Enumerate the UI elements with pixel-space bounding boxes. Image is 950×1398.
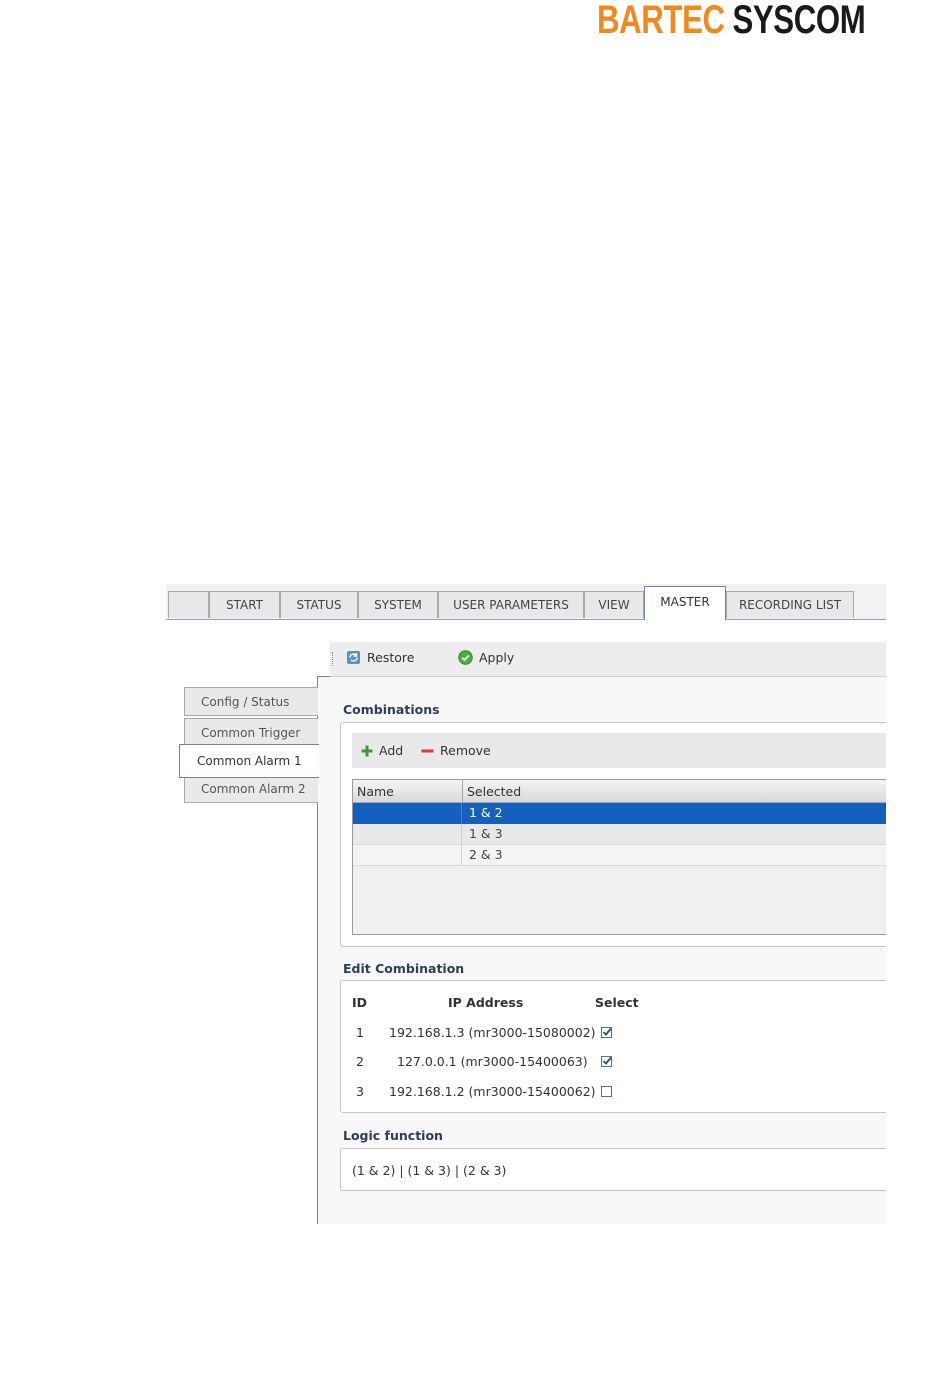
tab-view[interactable]: VIEW (584, 591, 644, 618)
edit-row-ip: 192.168.1.2 (mr3000-15400062) (389, 1084, 596, 1099)
brand-logo: BARTEC SYSCOM (597, 0, 866, 42)
tab-recording-list[interactable]: RECORDING LIST (726, 591, 854, 618)
toolbar-grip (332, 652, 335, 666)
edit-combination-title: Edit Combination (343, 961, 465, 976)
table-row[interactable]: 1 & 3 (353, 824, 886, 845)
tab-blank[interactable] (168, 591, 209, 618)
sidebar-item-common-alarm-1[interactable]: Common Alarm 1 (179, 744, 319, 778)
brand-logo-part1: BARTEC (597, 0, 725, 42)
select-checkbox[interactable] (601, 1056, 612, 1067)
logic-function-box: (1 & 2) | (1 & 3) | (2 & 3) (340, 1148, 886, 1191)
grid-header-selected[interactable]: Selected (467, 780, 521, 803)
minus-icon (421, 745, 434, 757)
sidebar-item-config-status[interactable]: Config / Status (184, 687, 318, 716)
restore-button[interactable]: Restore (346, 650, 414, 665)
logic-function-value: (1 & 2) | (1 & 3) | (2 & 3) (352, 1163, 507, 1178)
row-selected-cell: 1 & 3 (469, 826, 503, 841)
edit-col-select: Select (595, 995, 639, 1010)
add-button[interactable]: Add (361, 743, 403, 758)
combinations-toolbar: Add Remove (352, 733, 886, 768)
logic-function-title: Logic function (343, 1128, 443, 1143)
row-selected-cell: 2 & 3 (469, 847, 503, 862)
tab-master[interactable]: MASTER (644, 586, 726, 620)
edit-combination-box: ID IP Address Select 1 192.168.1.3 (mr30… (340, 980, 886, 1113)
sidebar-item-common-trigger[interactable]: Common Trigger (184, 718, 318, 747)
check-circle-icon (458, 650, 473, 665)
tab-start[interactable]: START (209, 591, 280, 618)
edit-row-ip: 127.0.0.1 (mr3000-15400063) (397, 1054, 588, 1069)
apply-button[interactable]: Apply (458, 650, 514, 665)
tab-system[interactable]: SYSTEM (358, 591, 438, 618)
restore-label: Restore (367, 650, 415, 665)
row-name-cell (353, 803, 462, 823)
edit-row-ip: 192.168.1.3 (mr3000-15080002) (389, 1025, 596, 1040)
brand-logo-part2: SYSCOM (732, 0, 866, 42)
grid-header-name[interactable]: Name (357, 780, 394, 803)
restore-icon (346, 650, 361, 665)
row-name-cell (353, 845, 462, 865)
combinations-grid: Name Selected 1 & 2 1 & 3 2 & 3 (352, 779, 886, 935)
combinations-title: Combinations (343, 702, 440, 717)
combinations-box: Add Remove Name Selected 1 & 2 1 & 3 2 &… (340, 722, 886, 947)
tab-user-parameters[interactable]: USER PARAMETERS (438, 591, 584, 618)
edit-row-id: 1 (356, 1025, 364, 1040)
edit-row-id: 2 (356, 1054, 364, 1069)
select-checkbox[interactable] (601, 1027, 612, 1038)
app-screenshot: START STATUS SYSTEM USER PARAMETERS VIEW… (166, 584, 886, 1224)
select-checkbox[interactable] (601, 1086, 612, 1097)
grid-header: Name Selected (353, 780, 886, 803)
sidebar-item-common-alarm-2[interactable]: Common Alarm 2 (184, 774, 318, 803)
grid-header-separator (462, 780, 463, 802)
table-row[interactable]: 2 & 3 (353, 845, 886, 866)
plus-icon (361, 745, 373, 757)
row-name-cell (353, 824, 462, 844)
main-tab-bar: START STATUS SYSTEM USER PARAMETERS VIEW… (166, 584, 886, 620)
tab-status[interactable]: STATUS (280, 591, 358, 618)
remove-label: Remove (440, 743, 491, 758)
remove-button[interactable]: Remove (421, 743, 491, 758)
edit-col-id: ID (352, 995, 368, 1010)
edit-row-id: 3 (356, 1084, 364, 1099)
add-label: Add (379, 743, 404, 758)
row-selected-cell: 1 & 2 (469, 805, 503, 820)
edit-col-ip: IP Address (448, 995, 524, 1010)
table-row[interactable]: 1 & 2 (353, 803, 886, 824)
action-toolbar: Restore Apply (330, 642, 886, 677)
apply-label: Apply (479, 650, 515, 665)
